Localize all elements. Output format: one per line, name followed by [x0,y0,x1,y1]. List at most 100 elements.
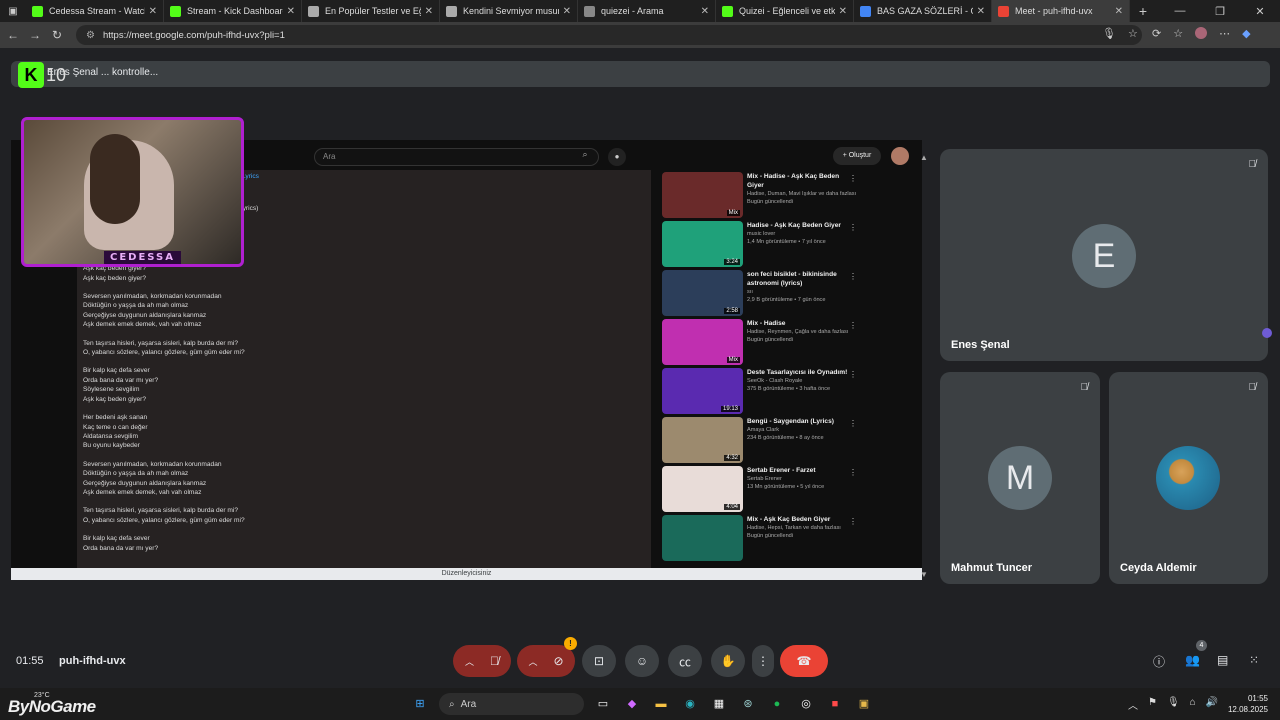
volume-icon[interactable]: 🔊 [1206,697,1218,712]
video-title[interactable]: Mix - Aşk Kaç Beden Giyer [747,515,857,524]
spotify-icon[interactable]: ● [767,694,787,714]
video-thumbnail[interactable]: 19:13 [662,368,743,414]
more-options-button[interactable]: ⋮ [752,645,774,677]
browser-tab[interactable]: quiezei - Arama ✕ [578,0,716,22]
back-icon[interactable]: ← [2,28,24,42]
close-tab-icon[interactable]: ✕ [149,6,157,17]
gemini-icon[interactable] [1262,328,1272,338]
chevron-up-icon[interactable]: ︿ [465,655,474,668]
taskbar-clock[interactable]: 01:55 12.08.2025 [1228,693,1268,715]
profile-icon[interactable] [1195,27,1208,39]
url-field[interactable]: ⚙ https://meet.google.com/puh-ifhd-uvx?p… [76,25,1142,45]
video-menu-icon[interactable]: ⋮ [849,517,857,526]
video-title[interactable]: Mix - Hadise - Aşk Kaç Beden Giyer [747,172,857,190]
tray-app-icon[interactable]: ⚑ [1148,697,1157,712]
file-explorer-icon[interactable]: ▬ [651,694,671,714]
people-icon[interactable]: 👥 [1185,653,1200,667]
menu-dots-icon[interactable]: ⋯ [1219,27,1230,40]
maximize-icon[interactable]: ❐ [1200,5,1240,18]
raise-hand-button[interactable]: ✋ [711,645,745,677]
browser-tab[interactable]: Cedessa Stream - Watch Li ✕ [26,0,164,22]
lyrics-link[interactable]: Lyrics [242,172,259,181]
close-tab-icon[interactable]: ✕ [1115,6,1123,17]
create-button[interactable]: + Oluştur [833,147,881,165]
tab-actions-icon[interactable]: ▣ [0,6,26,17]
video-menu-icon[interactable]: ⋮ [849,370,857,379]
scroll-up-icon[interactable]: ▲ [920,153,928,162]
edge-icon[interactable]: ◉ [680,694,700,714]
browser-tab[interactable]: Quizei - Eğlenceli ve etkileş ✕ [716,0,854,22]
taskbar-search[interactable]: ⌕ Ara [439,693,584,715]
emoji-button[interactable]: ☺ [625,645,659,677]
video-menu-icon[interactable]: ⋮ [849,468,857,477]
present-button[interactable]: ⊡ [582,645,616,677]
new-tab-button[interactable]: + [1130,3,1156,19]
obs-icon[interactable]: ◎ [796,694,816,714]
video-title[interactable]: Deste Tasarlayıcısı ile Oynadım! [747,368,857,377]
video-menu-icon[interactable]: ⋮ [849,419,857,428]
avatar[interactable] [891,147,909,165]
youtube-search-input[interactable]: Ara [314,148,599,166]
bookmark-star-icon[interactable]: ☆ [1128,27,1138,40]
copilot-icon[interactable]: ◆ [1242,27,1250,40]
participant-tile[interactable]: 🎙̸ E Enes Şenal [940,149,1268,361]
video-item[interactable]: 2:58 son feci bisiklet - bikinisinde astr… [662,270,912,319]
video-item[interactable]: Mix - Aşk Kaç Beden Giyer Hadise, Hepsi, … [662,515,912,564]
extensions-icon[interactable]: ⟳ [1152,27,1161,40]
video-item[interactable]: Mix Mix - Hadise Hadise, Reynmen, Çağla ve… [662,319,912,368]
reload-icon[interactable]: ↻ [46,28,68,42]
mic-permission-icon[interactable]: 🎙 [1102,27,1116,40]
captions-button[interactable]: ㏄ [668,645,702,677]
video-item[interactable]: 4:04 Sertab Erener - Farzet Sertab Erener 1… [662,466,912,515]
video-title[interactable]: Mix - Hadise [747,319,857,328]
video-thumbnail[interactable]: 2:58 [662,270,743,316]
video-thumbnail[interactable]: Mix [662,172,743,218]
browser-tab[interactable]: En Popüler Testler ve Eğlenc ✕ [302,0,440,22]
video-thumbnail[interactable]: 3:24 [662,221,743,267]
video-title[interactable]: Hadise - Aşk Kaç Beden Giyer [747,221,857,230]
video-item[interactable]: 3:24 Hadise - Aşk Kaç Beden Giyer music lo… [662,221,912,270]
activities-icon[interactable]: ⁙ [1249,653,1259,667]
close-tab-icon[interactable]: ✕ [701,6,709,17]
chevron-up-icon[interactable]: ︿ [528,655,537,668]
favorites-icon[interactable]: ☆ [1173,27,1183,40]
start-icon[interactable]: ⊞ [410,694,430,714]
voice-search-icon[interactable]: ● [608,148,626,166]
video-item[interactable]: Mix Mix - Hadise - Aşk Kaç Beden Giyer Had… [662,172,912,221]
site-info-icon[interactable]: ⚙ [86,30,95,41]
video-title[interactable]: Bengü - Saygendan (Lyrics) [747,417,857,426]
video-item[interactable]: 4:32 Bengü - Saygendan (Lyrics) Amaya Clar… [662,417,912,466]
steam-icon[interactable]: ⊛ [738,694,758,714]
close-tab-icon[interactable]: ✕ [287,6,295,17]
close-tab-icon[interactable]: ✕ [425,6,433,17]
video-menu-icon[interactable]: ⋮ [849,321,857,330]
leave-call-button[interactable]: ☎ [780,645,828,677]
app-yellow-icon[interactable]: ▣ [854,694,874,714]
video-title[interactable]: son feci bisiklet - bikinisinde astronom… [747,270,857,288]
participant-tile[interactable]: 🎙̸ Ceyda Aldemir [1109,372,1268,584]
network-icon[interactable]: ⌂ [1190,697,1196,712]
video-thumbnail[interactable] [662,515,743,561]
close-tab-icon[interactable]: ✕ [563,6,571,17]
tray-chevron-icon[interactable]: ︿ [1128,697,1138,712]
copilot-app-icon[interactable]: ◆ [622,694,642,714]
browser-tab[interactable]: Meet - puh-ifhd-uvx ✕ [992,0,1130,22]
participant-tile[interactable]: 🎙̸ M Mahmut Tuncer [940,372,1100,584]
close-tab-icon[interactable]: ✕ [839,6,847,17]
video-item[interactable]: 19:13 Deste Tasarlayıcısı ile Oynadım! See… [662,368,912,417]
video-menu-icon[interactable]: ⋮ [849,223,857,232]
video-thumbnail[interactable]: Mix [662,319,743,365]
video-thumbnail[interactable]: 4:32 [662,417,743,463]
info-icon[interactable]: ⓘ [1153,653,1165,670]
scroll-down-icon[interactable]: ▼ [920,570,928,579]
store-icon[interactable]: ▦ [709,694,729,714]
forward-icon[interactable]: → [24,28,46,42]
chat-icon[interactable]: ▤ [1217,653,1228,667]
close-window-icon[interactable]: ✕ [1240,5,1280,18]
search-icon[interactable]: ⌕ [571,149,599,165]
camera-button[interactable]: ︿ ⊘ ! [517,637,577,677]
browser-tab[interactable]: Stream - Kick Dashboard ✕ [164,0,302,22]
tray-mic-icon[interactable]: 🎙 [1167,697,1180,712]
app-red-icon[interactable]: ■ [825,694,845,714]
video-title[interactable]: Sertab Erener - Farzet [747,466,857,475]
